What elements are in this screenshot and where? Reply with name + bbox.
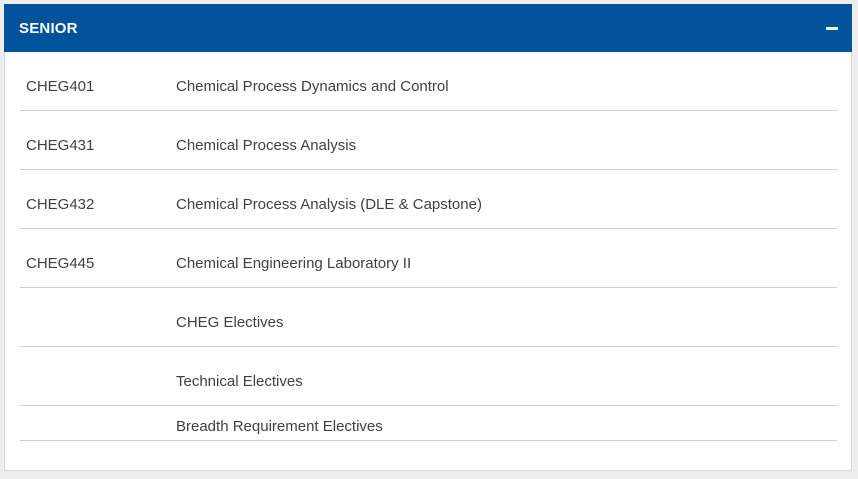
course-row: CHEG432 Chemical Process Analysis (DLE &… [20, 170, 837, 229]
course-code: CHEG431 [26, 137, 95, 154]
course-code: CHEG432 [26, 196, 95, 213]
course-row: CHEG445 Chemical Engineering Laboratory … [20, 229, 837, 288]
course-row: CHEG431 Chemical Process Analysis [20, 111, 837, 170]
course-row: Technical Electives [20, 347, 837, 406]
course-name: Chemical Engineering Laboratory II [176, 255, 412, 272]
course-name: Breadth Requirement Electives [176, 418, 383, 435]
course-row: CHEG401 Chemical Process Dynamics and Co… [20, 52, 837, 111]
senior-accordion-panel: SENIOR CHEG401 Chemical Process Dynamics… [4, 4, 852, 471]
course-row: CHEG Electives [20, 288, 837, 347]
course-name: CHEG Electives [176, 314, 284, 331]
senior-accordion-header[interactable]: SENIOR [4, 4, 852, 52]
minus-icon[interactable] [826, 27, 838, 30]
course-code: CHEG445 [26, 255, 95, 272]
course-row: Breadth Requirement Electives [20, 406, 837, 441]
section-title: SENIOR [19, 20, 78, 37]
course-name: Chemical Process Analysis [176, 137, 357, 154]
course-list: CHEG401 Chemical Process Dynamics and Co… [20, 52, 837, 441]
course-code: CHEG401 [26, 78, 95, 95]
course-name: Technical Electives [176, 373, 303, 390]
course-name: Chemical Process Analysis (DLE & Capston… [176, 196, 482, 213]
course-name: Chemical Process Dynamics and Control [176, 78, 449, 95]
